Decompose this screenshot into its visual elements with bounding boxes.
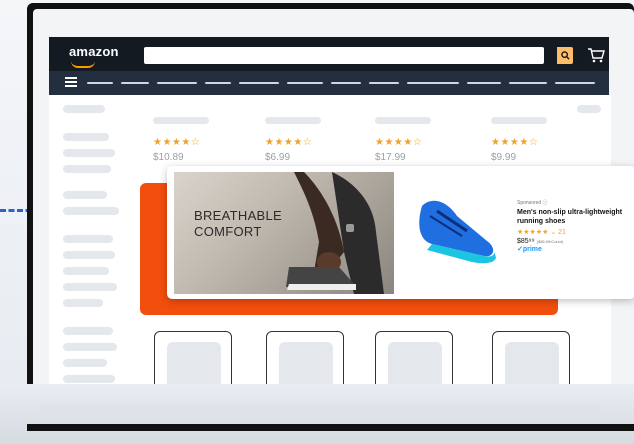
- filter-placeholder[interactable]: [63, 283, 117, 291]
- nav-link-placeholder[interactable]: [239, 82, 279, 84]
- breadcrumb-placeholder: [63, 105, 105, 113]
- product-rating: ★★★★☆: [153, 137, 201, 148]
- ad-headline-line: BREATHABLE: [194, 208, 283, 223]
- filter-placeholder[interactable]: [63, 207, 119, 215]
- product-price: $17.99: [375, 152, 406, 163]
- prime-badge: ✓prime: [517, 246, 542, 253]
- laptop-base-edge: [40, 405, 600, 417]
- amazon-smile-logo-icon: [71, 61, 95, 68]
- nav-link-placeholder[interactable]: [555, 82, 595, 84]
- running-shoe-product-image[interactable]: [412, 186, 502, 266]
- ad-headline: BREATHABLE COMFORT: [194, 208, 282, 240]
- filter-placeholder[interactable]: [63, 267, 109, 275]
- ad-product-rating[interactable]: ★★★★★ ⌄ 21: [517, 228, 627, 236]
- filter-placeholder[interactable]: [63, 251, 115, 259]
- ad-price-main: $85⁹⁹: [517, 238, 535, 245]
- nav-link-placeholder[interactable]: [157, 82, 197, 84]
- product-title-placeholder: [491, 117, 547, 124]
- product-tile[interactable]: [492, 331, 570, 392]
- filter-placeholder[interactable]: [63, 191, 107, 199]
- nav-link-placeholder[interactable]: [369, 82, 399, 84]
- top-navbar: amazon: [49, 37, 609, 95]
- filter-placeholder[interactable]: [63, 375, 115, 383]
- product-tile[interactable]: [375, 331, 453, 392]
- filter-placeholder[interactable]: [63, 299, 103, 307]
- ad-product-info: Sponsored ⓘ Men's non-slip ultra-lightwe…: [517, 199, 627, 253]
- ad-product-price: $85⁹⁹ ($85.99/Count): [517, 238, 627, 245]
- filter-placeholder[interactable]: [63, 359, 107, 367]
- filter-placeholder[interactable]: [63, 327, 113, 335]
- search-input[interactable]: [144, 47, 544, 64]
- laptop-bottom-bezel: [27, 424, 634, 431]
- product-rating: ★★★★☆: [375, 137, 423, 148]
- nav-link-placeholder[interactable]: [287, 82, 323, 84]
- product-price: $9.99: [491, 152, 517, 163]
- hamburger-menu-icon[interactable]: [65, 77, 77, 87]
- filter-placeholder[interactable]: [63, 149, 115, 157]
- nav-link-placeholder[interactable]: [509, 82, 547, 84]
- product-tile[interactable]: [154, 331, 232, 392]
- product-price: $10.89: [153, 152, 184, 163]
- filter-placeholder[interactable]: [63, 235, 113, 243]
- filter-placeholder[interactable]: [63, 133, 109, 141]
- filter-placeholder[interactable]: [63, 165, 111, 173]
- navbar-secondary-row: [49, 71, 609, 95]
- ad-headline-line: COMFORT: [194, 224, 262, 239]
- sponsored-ad-card[interactable]: BREATHABLE COMFORT Sponsored ⓘ Men's non…: [167, 166, 634, 299]
- navbar-main-row: amazon: [49, 37, 609, 71]
- ad-price-unit: ($85.99/Count): [536, 239, 564, 244]
- nav-link-placeholder[interactable]: [121, 82, 149, 84]
- filter-placeholder[interactable]: [63, 343, 117, 351]
- nav-link-placeholder[interactable]: [331, 82, 361, 84]
- amazon-logo[interactable]: amazon: [69, 44, 119, 59]
- cart-icon[interactable]: [587, 46, 605, 64]
- ad-product-title[interactable]: Men's non-slip ultra-lightweight running…: [517, 208, 627, 226]
- nav-link-placeholder[interactable]: [87, 82, 113, 84]
- sponsored-label[interactable]: Sponsored ⓘ: [517, 199, 627, 206]
- product-rating: ★★★★☆: [265, 137, 313, 148]
- product-price: $6.99: [265, 152, 291, 163]
- product-rating: ★★★★☆: [491, 137, 539, 148]
- sort-placeholder: [577, 105, 601, 113]
- search-icon: [560, 51, 570, 60]
- nav-link-placeholder[interactable]: [407, 82, 459, 84]
- nav-link-placeholder[interactable]: [205, 82, 231, 84]
- search-button[interactable]: [557, 47, 573, 64]
- product-title-placeholder: [265, 117, 321, 124]
- nav-link-placeholder[interactable]: [467, 82, 501, 84]
- product-title-placeholder: [375, 117, 431, 124]
- ad-lifestyle-image[interactable]: BREATHABLE COMFORT: [174, 172, 394, 294]
- product-title-placeholder: [153, 117, 209, 124]
- product-tile[interactable]: [266, 331, 344, 392]
- runner-tying-shoe-image: [286, 172, 384, 294]
